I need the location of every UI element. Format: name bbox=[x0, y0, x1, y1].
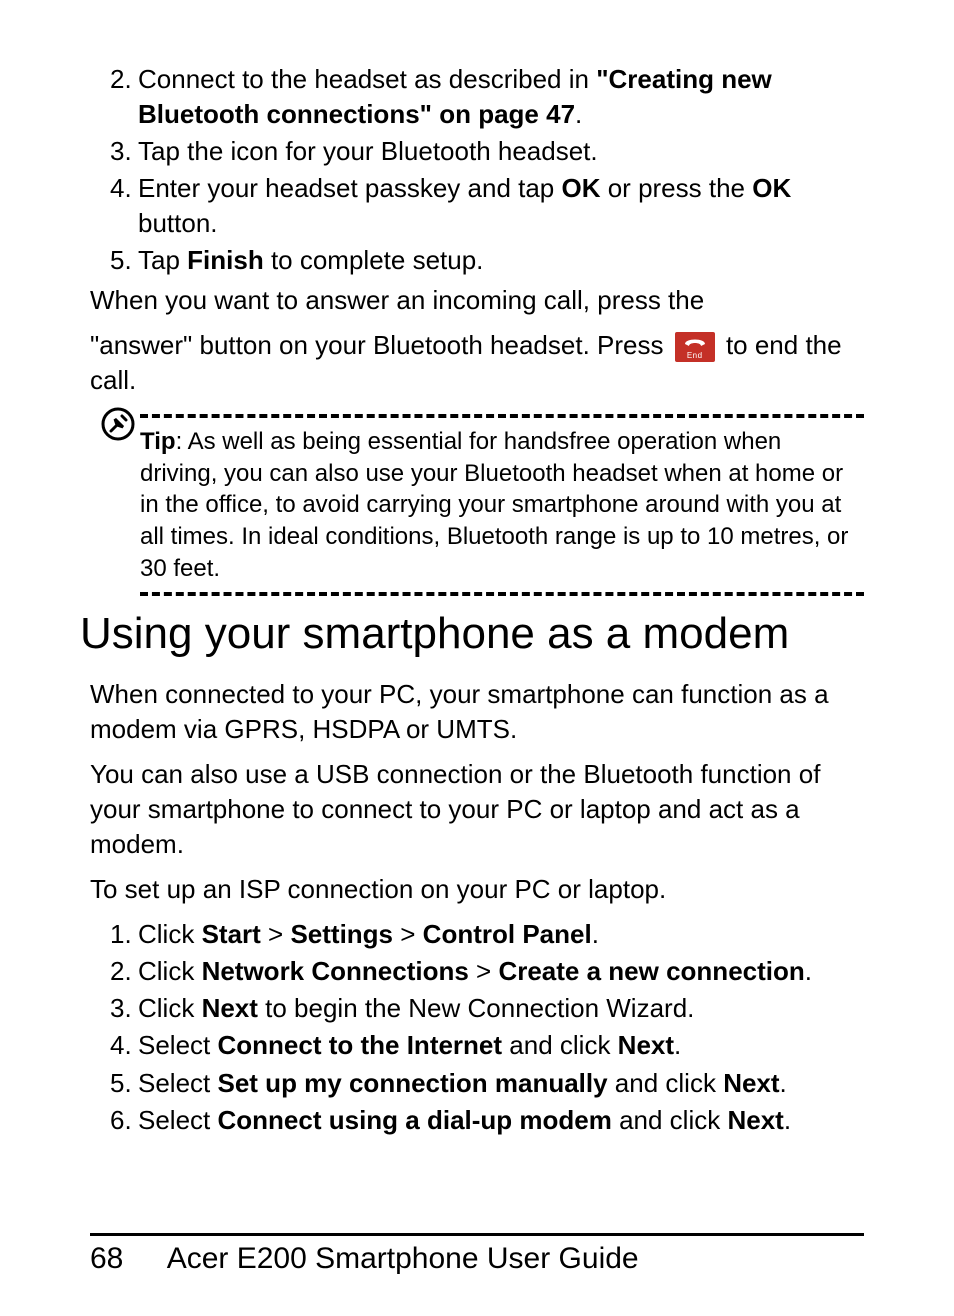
bold-term: Settings bbox=[290, 919, 393, 949]
list-number: 1. bbox=[90, 917, 138, 952]
list-number: 6. bbox=[90, 1103, 138, 1138]
list-item: 6.Select Connect using a dial-up modem a… bbox=[90, 1103, 864, 1138]
list-text: Tap the icon for your Bluetooth headset. bbox=[138, 134, 864, 169]
tip-divider-bottom bbox=[140, 592, 864, 596]
tip-divider-top bbox=[140, 414, 864, 418]
tip-label: Tip bbox=[140, 428, 176, 455]
list-text: Click Next to begin the New Connection W… bbox=[138, 991, 864, 1026]
list-item: 1.Click Start > Settings > Control Panel… bbox=[90, 917, 864, 952]
section-heading-modem: Using your smartphone as a modem bbox=[80, 610, 864, 658]
list-number: 2. bbox=[90, 62, 138, 132]
bold-term: Next bbox=[723, 1068, 779, 1098]
list-text: Select Set up my connection manually and… bbox=[138, 1066, 864, 1101]
list-item: 3.Tap the icon for your Bluetooth headse… bbox=[90, 134, 864, 169]
list-number: 2. bbox=[90, 954, 138, 989]
list-text: Select Connect to the Internet and click… bbox=[138, 1028, 864, 1063]
footer-title: Acer E200 Smartphone User Guide bbox=[167, 1242, 639, 1275]
bold-term: Connect to the Internet bbox=[218, 1030, 503, 1060]
list-text: Tap Finish to complete setup. bbox=[138, 243, 864, 278]
page-number: 68 bbox=[90, 1242, 160, 1276]
footer-rule bbox=[90, 1233, 864, 1236]
bold-ref: "Creating new Bluetooth connections" on … bbox=[138, 64, 772, 129]
modem-paragraph-1: When connected to your PC, your smartpho… bbox=[90, 677, 864, 747]
bold-term: OK bbox=[562, 173, 601, 203]
list-number: 3. bbox=[90, 134, 138, 169]
list-number: 4. bbox=[90, 171, 138, 241]
list-text: Click Network Connections > Create a new… bbox=[138, 954, 864, 989]
list-text: Select Connect using a dial-up modem and… bbox=[138, 1103, 864, 1138]
list-item: 5.Select Set up my connection manually a… bbox=[90, 1066, 864, 1101]
bold-term: Next bbox=[618, 1030, 674, 1060]
bold-term: Finish bbox=[187, 245, 264, 275]
list-number: 3. bbox=[90, 991, 138, 1026]
modem-paragraph-3: To set up an ISP connection on your PC o… bbox=[90, 872, 864, 907]
list-text: Click Start > Settings > Control Panel. bbox=[138, 917, 864, 952]
list-item: 2.Connect to the headset as described in… bbox=[90, 62, 864, 132]
list-number: 4. bbox=[90, 1028, 138, 1063]
list-number: 5. bbox=[90, 1066, 138, 1101]
bold-term: Create a new connection bbox=[498, 956, 804, 986]
bold-term: Next bbox=[202, 993, 258, 1023]
list-item: 4.Enter your headset passkey and tap OK … bbox=[90, 171, 864, 241]
tip-text: Tip: As well as being essential for hand… bbox=[140, 426, 864, 584]
bold-term: Set up my connection manually bbox=[218, 1068, 608, 1098]
bold-term: OK bbox=[752, 173, 791, 203]
list-item: 5.Tap Finish to complete setup. bbox=[90, 243, 864, 278]
list-text: Enter your headset passkey and tap OK or… bbox=[138, 171, 864, 241]
answer-call-instruction: "answer" button on your Bluetooth headse… bbox=[90, 328, 864, 398]
modem-paragraph-2: You can also use a USB connection or the… bbox=[90, 757, 864, 862]
list-text: Connect to the headset as described in "… bbox=[138, 62, 864, 132]
answer-call-intro: When you want to answer an incoming call… bbox=[90, 283, 864, 318]
end-icon-label: End bbox=[675, 351, 715, 362]
bold-term: Start bbox=[202, 919, 261, 949]
list-item: 4.Select Connect to the Internet and cli… bbox=[90, 1028, 864, 1063]
page-footer: 68 Acer E200 Smartphone User Guide bbox=[90, 1233, 864, 1276]
list-item: 2.Click Network Connections > Create a n… bbox=[90, 954, 864, 989]
bold-term: Network Connections bbox=[202, 956, 469, 986]
list-item: 3.Click Next to begin the New Connection… bbox=[90, 991, 864, 1026]
bold-term: Next bbox=[727, 1105, 783, 1135]
list-number: 5. bbox=[90, 243, 138, 278]
bold-term: Connect using a dial-up modem bbox=[218, 1105, 612, 1135]
pin-icon bbox=[100, 406, 136, 447]
answer-pre-text: "answer" button on your Bluetooth headse… bbox=[90, 330, 671, 360]
bold-term: Control Panel bbox=[423, 919, 592, 949]
tip-block: Tip: As well as being essential for hand… bbox=[90, 414, 864, 596]
tip-body: : As well as being essential for handsfr… bbox=[140, 428, 848, 582]
isp-steps-list: 1.Click Start > Settings > Control Panel… bbox=[90, 917, 864, 1138]
end-call-icon: End bbox=[675, 332, 715, 362]
headset-steps-list: 2.Connect to the headset as described in… bbox=[90, 62, 864, 279]
